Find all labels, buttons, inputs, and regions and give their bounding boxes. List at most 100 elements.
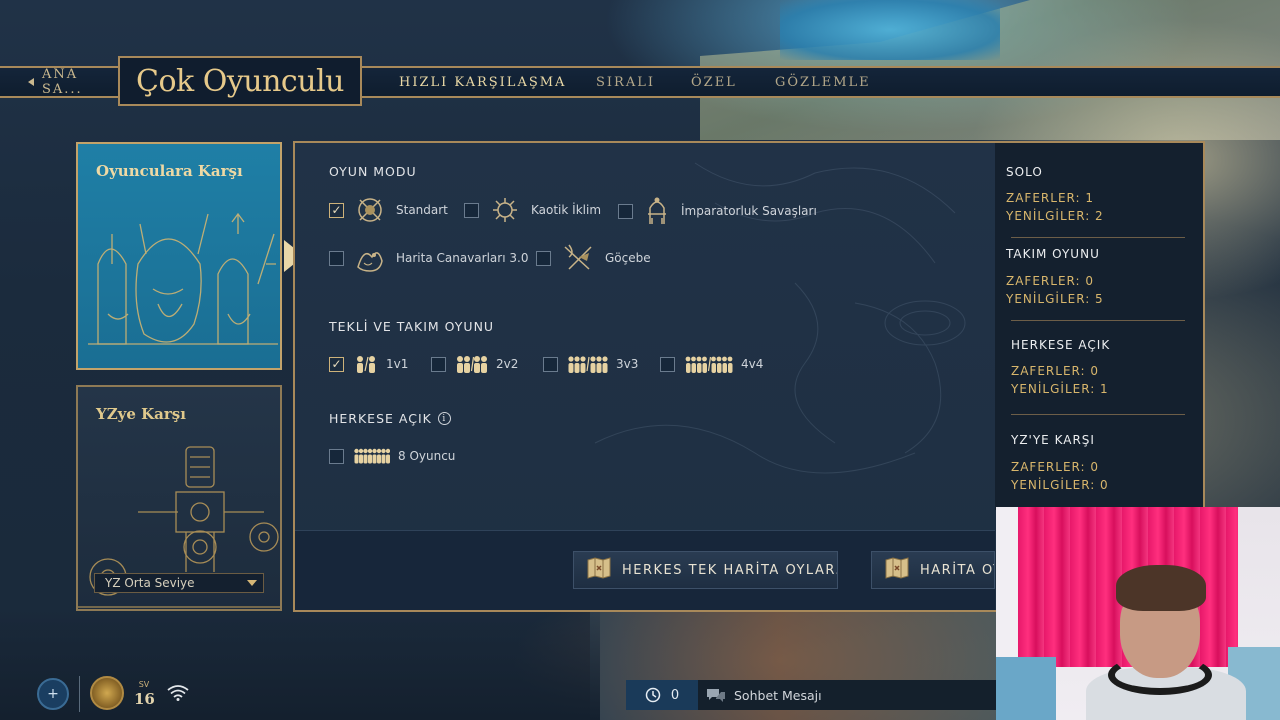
map-monsters-checkbox[interactable] <box>329 250 344 266</box>
2v2-label: 2v2 <box>496 357 519 371</box>
terrain-shadow <box>0 612 600 720</box>
standard-label: Standart <box>396 203 448 217</box>
game-mode-option-empire-wars[interactable]: İmparatorluk Savaşları <box>618 196 817 226</box>
ffa-heading: HERKESE AÇIK <box>329 411 432 426</box>
game-mode-option-chaotic-climate[interactable]: Kaotik İklim <box>464 196 601 224</box>
tab-ranked-label: SIRALI <box>596 74 655 90</box>
stats-ai-wins: ZAFERLER: 0 <box>1011 460 1099 474</box>
webcam-bed-left <box>996 657 1056 720</box>
standard-shield-icon <box>354 196 386 224</box>
empire-wars-checkbox[interactable] <box>618 203 633 219</box>
chat-placeholder: Sohbet Mesajı <box>734 687 822 703</box>
chevron-down-icon <box>247 580 257 586</box>
mode-card-vs-players-title: Oyunculara Karşı <box>96 162 243 180</box>
nomad-checkbox[interactable] <box>536 250 551 266</box>
page-title-box: Çok Oyunculu <box>118 56 362 106</box>
ffa-heading-row: HERKESE AÇIK i <box>329 411 451 426</box>
map-scroll-icon <box>884 556 910 584</box>
mode-card-vs-ai[interactable]: YZye Karşı YZ Orta Seviye <box>76 385 282 611</box>
3v3-label: 3v3 <box>616 357 639 371</box>
level-label: SV <box>138 680 150 689</box>
tab-custom[interactable]: ÖZEL <box>691 66 737 98</box>
tab-ranked[interactable]: SIRALI <box>596 66 655 98</box>
tab-custom-label: ÖZEL <box>691 74 737 90</box>
stats-team-losses: YENİLGİLER: 5 <box>1006 292 1104 306</box>
warriors-illustration <box>88 212 278 345</box>
webcam-person-hair <box>1116 565 1206 611</box>
chaotic-climate-icon <box>489 196 521 224</box>
add-friend-button[interactable]: + <box>37 678 69 710</box>
headphones-icon <box>1108 655 1212 695</box>
stats-ffa-wins: ZAFERLER: 0 <box>1011 364 1099 378</box>
clock-icon <box>645 687 661 703</box>
player-emblem-icon[interactable] <box>90 676 124 710</box>
stats-divider <box>1011 320 1185 321</box>
back-to-main-button[interactable]: ANA SA... <box>0 66 122 98</box>
vote-map-label: HARİTA OYLA <box>920 562 994 578</box>
stats-team-wins: ZAFERLER: 0 <box>1006 274 1094 288</box>
vote-same-map-button[interactable]: HERKES TEK HARİTA OYLAR... <box>573 551 838 589</box>
players-8-icon <box>354 448 390 464</box>
tab-spectate[interactable]: GÖZLEMLE <box>775 66 871 98</box>
plus-icon: + <box>47 686 59 702</box>
stats-ai-losses: YENİLGİLER: 0 <box>1011 478 1109 492</box>
game-mode-heading: OYUN MODU <box>329 164 417 179</box>
2v2-checkbox[interactable] <box>431 356 446 372</box>
ai-difficulty-value: YZ Orta Seviye <box>105 576 195 590</box>
game-mode-option-nomad[interactable]: Göçebe <box>536 243 651 273</box>
4v4-label: 4v4 <box>741 357 764 371</box>
players-1v1-icon <box>354 355 378 373</box>
nomad-label: Göçebe <box>605 251 651 265</box>
info-icon[interactable]: i <box>437 412 451 425</box>
nomad-weapons-icon <box>561 243 595 273</box>
1v1-checkbox[interactable]: ✓ <box>329 356 344 372</box>
page-title: Çok Oyunculu <box>136 63 344 99</box>
player-level: SV 16 <box>134 680 155 708</box>
map-monster-icon <box>354 243 386 273</box>
chaotic-climate-label: Kaotik İklim <box>531 203 602 217</box>
notification-count[interactable]: 0 <box>626 680 698 710</box>
chat-message-input[interactable]: Sohbet Mesajı <box>698 687 822 703</box>
stats-team-title: TAKIM OYUNU <box>1006 247 1100 261</box>
players-2v2-icon <box>456 355 488 373</box>
team-size-heading: TEKLİ VE TAKIM OYUNU <box>329 319 495 334</box>
vote-same-map-label: HERKES TEK HARİTA OYLAR... <box>622 562 838 578</box>
map-scroll-icon <box>586 556 612 584</box>
team-option-4v4[interactable]: 4v4 <box>660 355 763 373</box>
ffa-option-8-players[interactable]: 8 Oyuncu <box>329 448 455 464</box>
stats-divider <box>1011 237 1185 238</box>
empire-throne-icon <box>643 196 671 226</box>
chat-bubble-icon <box>707 689 725 702</box>
chat-bar[interactable]: 0 Sohbet Mesajı <box>626 680 998 710</box>
stats-ffa-title: HERKESE AÇIK <box>1011 338 1111 352</box>
team-option-1v1[interactable]: ✓ 1v1 <box>329 355 408 373</box>
vote-map-button[interactable]: HARİTA OYLA <box>871 551 995 589</box>
chaotic-climate-checkbox[interactable] <box>464 202 479 218</box>
stats-divider <box>1011 414 1185 415</box>
players-3v3-icon <box>568 355 608 373</box>
stats-solo-title: SOLO <box>1006 165 1043 179</box>
stats-solo-losses: YENİLGİLER: 2 <box>1006 209 1104 223</box>
tab-quick-match-label: HIZLI KARŞILAŞMA <box>399 74 567 90</box>
back-arrow-icon <box>28 78 34 86</box>
stats-ffa-losses: YENİLGİLER: 1 <box>1011 382 1109 396</box>
tab-quick-match[interactable]: HIZLI KARŞILAŞMA <box>399 66 566 98</box>
ai-difficulty-dropdown[interactable]: YZ Orta Seviye <box>94 573 264 593</box>
wifi-icon <box>167 685 189 705</box>
8-players-checkbox[interactable] <box>329 448 344 464</box>
webcam-overlay <box>996 507 1280 720</box>
3v3-checkbox[interactable] <box>543 356 558 372</box>
empire-wars-label: İmparatorluk Savaşları <box>681 204 817 218</box>
mode-card-vs-ai-title: YZye Karşı <box>96 405 186 423</box>
1v1-label: 1v1 <box>386 357 409 371</box>
game-mode-option-map-monsters[interactable]: Harita Canavarları 3.0 <box>329 243 528 273</box>
team-option-3v3[interactable]: 3v3 <box>543 355 638 373</box>
team-option-2v2[interactable]: 2v2 <box>431 355 518 373</box>
game-mode-option-standard[interactable]: ✓ Standart <box>329 196 448 224</box>
level-value: 16 <box>134 690 155 708</box>
standard-checkbox[interactable]: ✓ <box>329 202 344 218</box>
notification-count-value: 0 <box>670 687 680 703</box>
4v4-checkbox[interactable] <box>660 356 675 372</box>
bottom-divider <box>79 676 80 712</box>
mode-card-vs-players[interactable]: Oyunculara Karşı <box>76 142 282 370</box>
